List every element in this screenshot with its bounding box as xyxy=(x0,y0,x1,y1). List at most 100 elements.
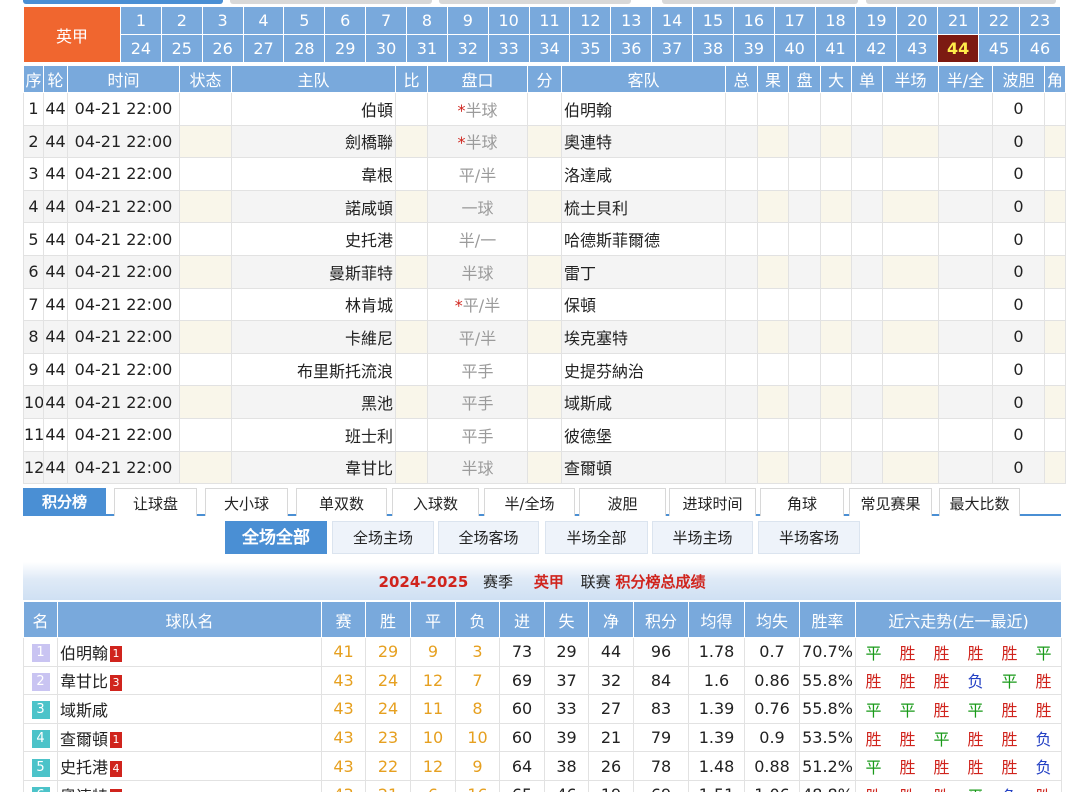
round-37[interactable]: 37 xyxy=(651,34,694,63)
handicap[interactable]: *半球 xyxy=(427,92,528,126)
round-15[interactable]: 15 xyxy=(692,6,734,35)
bodan-count[interactable]: 0 xyxy=(992,157,1045,191)
bodan-count[interactable]: 0 xyxy=(992,92,1045,126)
round-8[interactable]: 8 xyxy=(406,6,448,35)
home-team[interactable]: 班士利 xyxy=(231,417,396,452)
round-46[interactable]: 46 xyxy=(1018,34,1062,63)
handicap[interactable]: 平/半 xyxy=(427,157,528,191)
round-34[interactable]: 34 xyxy=(528,34,571,63)
away-team[interactable]: 彼德堡 xyxy=(561,417,726,452)
home-team[interactable]: 曼斯菲特 xyxy=(231,254,396,289)
tab-7[interactable]: 进球时间 xyxy=(669,488,756,516)
round-20[interactable]: 20 xyxy=(896,6,939,35)
handicap[interactable]: *平/半 xyxy=(427,287,528,322)
away-team[interactable]: 梳士貝利 xyxy=(561,189,726,224)
handicap[interactable]: 半/一 xyxy=(427,222,528,256)
round-3[interactable]: 3 xyxy=(201,6,244,35)
round-29[interactable]: 29 xyxy=(324,34,367,63)
tab-10[interactable]: 最大比数 xyxy=(939,488,1020,516)
tab-2[interactable]: 大小球 xyxy=(205,488,288,516)
round-19[interactable]: 19 xyxy=(855,6,898,35)
round-10[interactable]: 10 xyxy=(487,6,530,35)
round-28[interactable]: 28 xyxy=(283,34,326,63)
bodan-count[interactable]: 0 xyxy=(992,352,1045,387)
round-42[interactable]: 42 xyxy=(855,34,898,63)
tab-8[interactable]: 角球 xyxy=(760,488,844,516)
round-16[interactable]: 16 xyxy=(732,6,775,35)
round-5[interactable]: 5 xyxy=(283,6,326,35)
team-name[interactable]: 奧連特 xyxy=(60,787,108,792)
home-team[interactable]: 林肯城 xyxy=(231,287,396,322)
team-name[interactable]: 查爾頓 xyxy=(60,730,108,749)
away-team[interactable]: 史提芬納治 xyxy=(561,352,726,387)
away-team[interactable]: 伯明翰 xyxy=(561,92,726,126)
bodan-count[interactable]: 0 xyxy=(992,385,1045,419)
tab-4[interactable]: 入球数 xyxy=(392,488,479,516)
away-team[interactable]: 哈德斯菲爾德 xyxy=(561,222,726,256)
home-team[interactable]: 諾咸頓 xyxy=(231,189,396,224)
tab-6[interactable]: 波胆 xyxy=(579,488,666,516)
team-name[interactable]: 史托港 xyxy=(60,758,108,777)
bodan-count[interactable]: 0 xyxy=(992,254,1045,289)
away-team[interactable]: 洛達咸 xyxy=(561,157,726,191)
home-team[interactable]: 黑池 xyxy=(231,385,396,419)
round-36[interactable]: 36 xyxy=(610,34,653,63)
handicap[interactable]: 平手 xyxy=(427,352,528,387)
bodan-count[interactable]: 0 xyxy=(992,417,1045,452)
round-30[interactable]: 30 xyxy=(365,34,408,63)
scope-tab-0[interactable]: 全场全部 xyxy=(225,521,327,554)
tab-0[interactable]: 积分榜 xyxy=(23,488,106,516)
handicap[interactable]: 平手 xyxy=(427,417,528,452)
handicap[interactable]: 半球 xyxy=(427,450,528,485)
round-1[interactable]: 1 xyxy=(120,6,162,35)
round-44[interactable]: 44 xyxy=(937,34,980,63)
tab-1[interactable]: 让球盘 xyxy=(114,488,197,516)
away-team[interactable]: 查爾頓 xyxy=(561,450,726,485)
round-25[interactable]: 25 xyxy=(160,34,203,63)
round-12[interactable]: 12 xyxy=(569,6,612,35)
round-31[interactable]: 31 xyxy=(406,34,448,63)
home-team[interactable]: 布里斯托流浪 xyxy=(231,352,396,387)
handicap[interactable]: 平/半 xyxy=(427,320,528,354)
round-43[interactable]: 43 xyxy=(896,34,939,63)
home-team[interactable]: 劍橋聯 xyxy=(231,124,396,159)
away-team[interactable]: 雷丁 xyxy=(561,254,726,289)
handicap[interactable]: 平手 xyxy=(427,385,528,419)
away-team[interactable]: 埃克塞特 xyxy=(561,320,726,354)
home-team[interactable]: 韋甘比 xyxy=(231,450,396,485)
tab-5[interactable]: 半/全场 xyxy=(484,488,575,516)
round-2[interactable]: 2 xyxy=(160,6,203,35)
round-35[interactable]: 35 xyxy=(569,34,612,63)
bodan-count[interactable]: 0 xyxy=(992,287,1045,322)
round-17[interactable]: 17 xyxy=(773,6,816,35)
bodan-count[interactable]: 0 xyxy=(992,320,1045,354)
away-team[interactable]: 保頓 xyxy=(561,287,726,322)
home-team[interactable]: 卡維尼 xyxy=(231,320,396,354)
bodan-count[interactable]: 0 xyxy=(992,450,1045,485)
round-32[interactable]: 32 xyxy=(446,34,489,63)
round-14[interactable]: 14 xyxy=(651,6,694,35)
round-40[interactable]: 40 xyxy=(773,34,816,63)
round-27[interactable]: 27 xyxy=(242,34,285,63)
handicap[interactable]: *半球 xyxy=(427,124,528,159)
round-24[interactable]: 24 xyxy=(120,34,162,63)
round-4[interactable]: 4 xyxy=(242,6,285,35)
scope-tab-4[interactable]: 半场主场 xyxy=(652,521,753,554)
home-team[interactable]: 史托港 xyxy=(231,222,396,256)
scope-tab-3[interactable]: 半场全部 xyxy=(545,521,648,554)
round-6[interactable]: 6 xyxy=(324,6,367,35)
round-33[interactable]: 33 xyxy=(487,34,530,63)
bodan-count[interactable]: 0 xyxy=(992,124,1045,159)
round-39[interactable]: 39 xyxy=(732,34,775,63)
team-name[interactable]: 域斯咸 xyxy=(60,701,108,720)
team-name[interactable]: 伯明翰 xyxy=(60,644,108,663)
bodan-count[interactable]: 0 xyxy=(992,222,1045,256)
round-41[interactable]: 41 xyxy=(814,34,857,63)
bodan-count[interactable]: 0 xyxy=(992,189,1045,224)
round-13[interactable]: 13 xyxy=(610,6,653,35)
scope-tab-5[interactable]: 半场客场 xyxy=(758,521,860,554)
scope-tab-2[interactable]: 全场客场 xyxy=(438,521,539,554)
round-11[interactable]: 11 xyxy=(528,6,571,35)
round-21[interactable]: 21 xyxy=(937,6,980,35)
round-45[interactable]: 45 xyxy=(978,34,1020,63)
